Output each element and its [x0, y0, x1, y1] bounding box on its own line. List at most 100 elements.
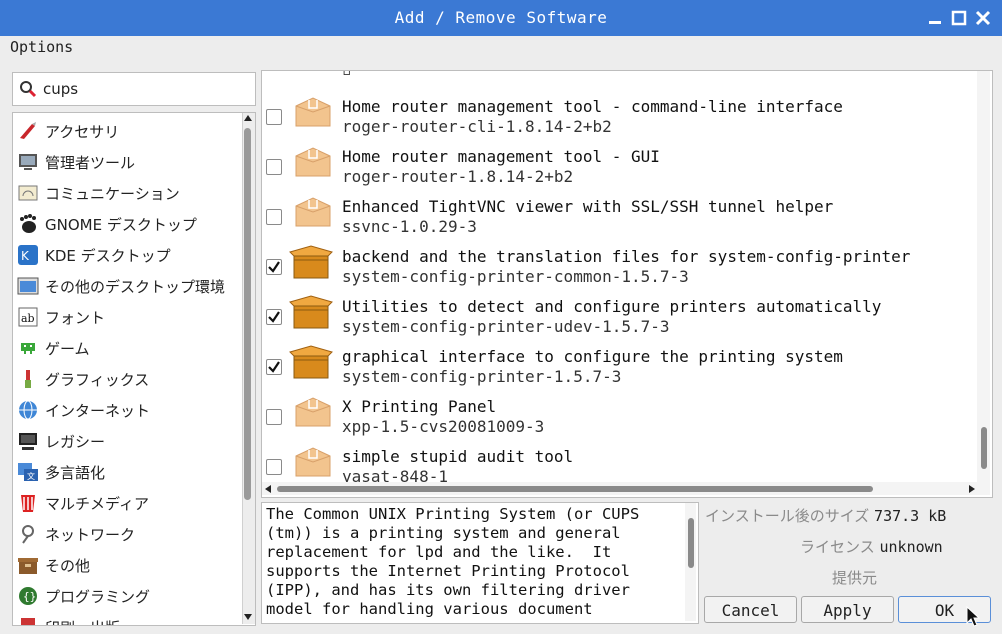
category-label: アクセサリ	[45, 123, 120, 141]
package-checkbox[interactable]	[266, 159, 282, 175]
cancel-button[interactable]: Cancel	[704, 596, 797, 623]
category-label: インターネット	[45, 402, 151, 420]
category-label: フォント	[45, 309, 106, 327]
category-item[interactable]: インターネット	[13, 395, 241, 425]
package-checkbox[interactable]	[266, 359, 282, 375]
svg-text:K: K	[21, 249, 30, 263]
category-item[interactable]: 印刷・出版	[13, 612, 241, 625]
package-row[interactable]: X Printing Panel xpp-1.5-cvs20081009-3	[262, 382, 978, 436]
category-item[interactable]: 管理者ツール	[13, 147, 241, 177]
install-size-value: 737.3 kB	[874, 507, 947, 525]
scroll-up-arrow-icon[interactable]	[244, 115, 252, 121]
description-text: The Common UNIX Printing System (or CUPS…	[266, 505, 640, 618]
maximize-icon[interactable]	[950, 9, 968, 27]
svg-text:ab: ab	[21, 312, 35, 325]
category-item[interactable]: K KDE デスクトップ	[13, 240, 241, 270]
category-label: ネットワーク	[45, 526, 136, 544]
communication-icon	[17, 182, 39, 204]
accessories-knife-icon	[17, 120, 39, 142]
mouse-cursor-icon	[966, 606, 980, 627]
category-item[interactable]: その他	[13, 550, 241, 580]
package-scrollbar[interactable]	[977, 71, 990, 483]
apply-button[interactable]: Apply	[801, 596, 894, 623]
package-available-icon	[292, 444, 334, 480]
gnome-foot-icon	[17, 213, 39, 235]
package-checkbox[interactable]	[266, 309, 282, 325]
package-checkbox[interactable]	[266, 459, 282, 475]
description-scrollbar-thumb[interactable]	[688, 518, 694, 568]
kde-icon: K	[17, 244, 39, 266]
category-item[interactable]: コミュニケーション	[13, 178, 241, 208]
package-hscrollbar-thumb[interactable]	[277, 486, 873, 492]
provider-label: 提供元	[832, 569, 878, 587]
minimize-icon[interactable]	[926, 9, 944, 27]
partial-row-text: ▫	[342, 70, 352, 80]
other-box-icon	[17, 554, 39, 576]
package-checkbox[interactable]	[266, 259, 282, 275]
category-label: KDE デスクトップ	[45, 247, 171, 265]
search-box[interactable]	[12, 72, 256, 106]
package-row[interactable]: Enhanced TightVNC viewer with SSL/SSH tu…	[262, 182, 978, 236]
package-summary: graphical interface to configure the pri…	[342, 347, 843, 366]
package-description: The Common UNIX Printing System (or CUPS…	[261, 502, 699, 624]
category-item[interactable]: ゲーム	[13, 333, 241, 363]
multimedia-icon	[17, 492, 39, 514]
search-input[interactable]	[41, 77, 250, 101]
category-scrollbar-thumb[interactable]	[244, 128, 251, 500]
category-item[interactable]: {} プログラミング	[13, 581, 241, 611]
category-item[interactable]: グラフィックス	[13, 364, 241, 394]
internet-globe-icon	[17, 399, 39, 421]
package-checkbox[interactable]	[266, 109, 282, 125]
provider-row: 提供元	[832, 567, 877, 588]
package-installed-icon	[288, 294, 333, 330]
package-row[interactable]: Utilities to detect and configure printe…	[262, 282, 978, 336]
programming-icon: {}	[17, 585, 39, 607]
package-checkbox[interactable]	[266, 209, 282, 225]
category-label: グラフィックス	[45, 371, 150, 389]
game-invader-icon	[17, 337, 39, 359]
scroll-down-arrow-icon[interactable]	[244, 614, 252, 620]
package-row[interactable]: backend and the translation files for sy…	[262, 232, 978, 286]
category-item[interactable]: ネットワーク	[13, 519, 241, 549]
checkmark-icon	[268, 261, 280, 273]
checkmark-icon	[268, 311, 280, 323]
menu-options[interactable]: Options	[10, 38, 73, 56]
scroll-left-arrow-icon[interactable]	[265, 485, 271, 493]
install-size-label: インストール後のサイズ	[705, 507, 870, 525]
localization-icon: 文	[17, 461, 39, 483]
package-row[interactable]: graphical interface to configure the pri…	[262, 332, 978, 386]
package-summary: simple stupid audit tool	[342, 447, 574, 466]
font-icon: ab	[17, 306, 39, 328]
category-item[interactable]: その他のデスクトップ環境	[13, 271, 241, 301]
publishing-icon	[17, 616, 39, 625]
desktop-environment-icon	[17, 275, 39, 297]
category-item[interactable]: GNOME デスクトップ	[13, 209, 241, 239]
admin-tools-icon	[17, 151, 39, 173]
category-item[interactable]: レガシー	[13, 426, 241, 456]
package-summary: backend and the translation files for sy…	[342, 247, 911, 266]
close-icon[interactable]	[974, 9, 992, 27]
category-item[interactable]: ab フォント	[13, 302, 241, 332]
package-summary: Home router management tool - command-li…	[342, 97, 843, 116]
title-bar[interactable]: Add / Remove Software	[0, 0, 1002, 36]
package-available-icon	[292, 194, 334, 230]
scroll-right-arrow-icon[interactable]	[969, 485, 975, 493]
package-row[interactable]: Home router management tool - GUI roger-r…	[262, 132, 978, 186]
category-item[interactable]: 文多言語化	[13, 457, 241, 487]
license-row: ライセンス unknown	[800, 536, 943, 557]
category-label: 多言語化	[45, 464, 106, 482]
package-row[interactable]: simple stupid audit tool yasat-848-1	[262, 432, 978, 486]
install-size-row: インストール後のサイズ 737.3 kB	[705, 505, 946, 526]
package-checkbox[interactable]	[266, 409, 282, 425]
package-summary: Enhanced TightVNC viewer with SSL/SSH tu…	[342, 197, 834, 216]
category-item[interactable]: マルチメディア	[13, 488, 241, 518]
license-label: ライセンス	[800, 538, 875, 556]
search-icon	[20, 81, 37, 98]
package-row[interactable]: Home router management tool - command-li…	[262, 82, 978, 136]
svg-text:文: 文	[27, 471, 35, 481]
category-item[interactable]: アクセサリ	[13, 116, 241, 146]
package-summary: Utilities to detect and configure printe…	[342, 297, 882, 316]
package-installed-icon	[288, 344, 333, 380]
category-list: アクセサリ管理者ツール コミュニケーション GNOME デスクトップ K KDE デスク…	[12, 112, 256, 626]
package-scrollbar-thumb[interactable]	[981, 427, 987, 469]
